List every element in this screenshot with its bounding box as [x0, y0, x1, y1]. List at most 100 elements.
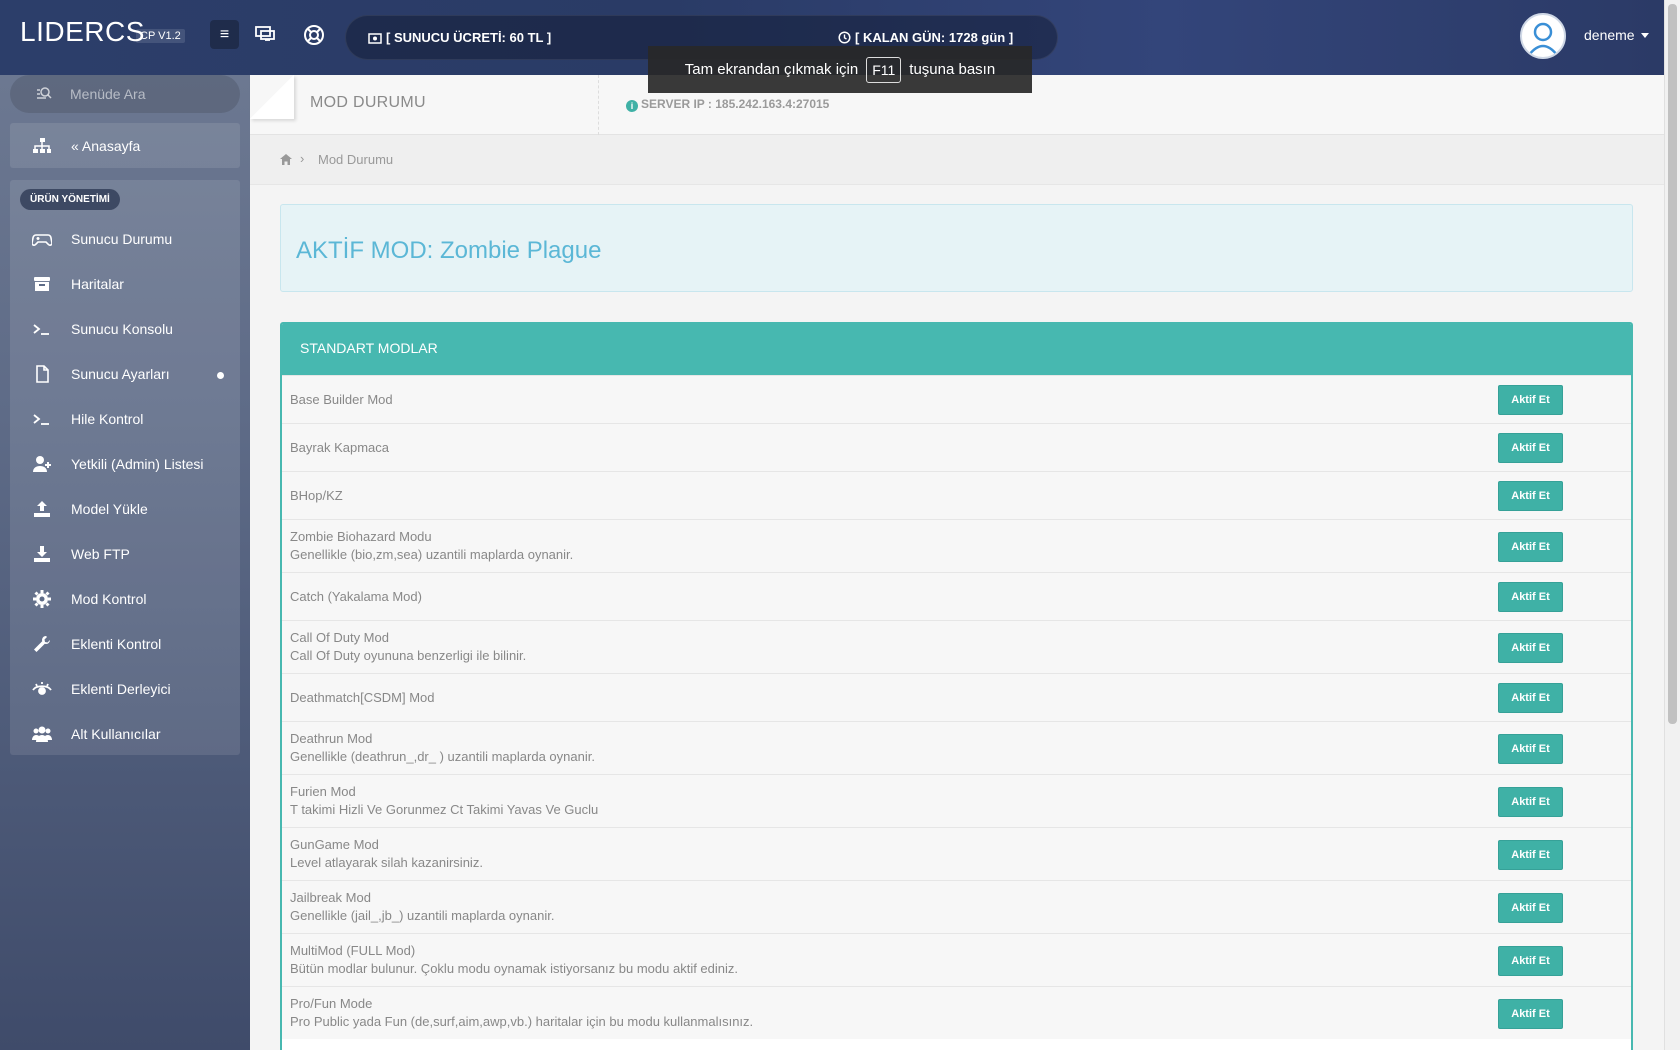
server-ip: i SERVER IP : 185.242.163.4:27015	[626, 97, 829, 112]
mod-description: Genellikle (bio,zm,sea) uzantili maplard…	[290, 547, 574, 562]
menu-search[interactable]: Menüde Ara	[10, 75, 240, 113]
version-badge: CP V1.2	[136, 29, 185, 43]
sidebar-item-plugin-compiler[interactable]: Eklenti Derleyici	[10, 669, 240, 709]
table-row: Deathrun Mod Genellikle (deathrun_,dr_ ) …	[282, 721, 1631, 774]
table-row: Bayrak Kapmaca Aktif Et	[282, 423, 1631, 471]
mod-description: T takimi Hizli Ve Gorunmez Ct Takimi Yav…	[290, 802, 599, 817]
activate-button[interactable]: Aktif Et	[1498, 433, 1563, 463]
search-icon	[37, 87, 52, 99]
sidebar-item-cheat-control[interactable]: Hile Kontrol	[10, 399, 240, 439]
table-row: BHop/KZ Aktif Et	[282, 471, 1631, 519]
file-icon	[36, 365, 49, 383]
mod-name: Deathrun Mod	[290, 731, 373, 746]
sidebar-item-maps[interactable]: Haritalar	[10, 264, 240, 304]
mod-description: Genellikle (deathrun_,dr_ ) uzantili map…	[290, 749, 595, 764]
sidebar: Menüde Ara « Anasayfa ÜRÜN YÖNETİMİ Sunu…	[0, 75, 250, 1050]
upload-icon	[34, 501, 50, 517]
sidebar-item-sub-users[interactable]: Alt Kullanıcılar	[10, 714, 240, 754]
search-placeholder: Menüde Ara	[70, 86, 146, 102]
sidebar-item-server-status[interactable]: Sunucu Durumu	[10, 219, 240, 259]
mod-name: Pro/Fun Mode	[290, 996, 373, 1011]
breadcrumb: › Mod Durumu	[250, 135, 1664, 185]
activate-button[interactable]: Aktif Et	[1498, 481, 1563, 511]
mod-name: Deathmatch[CSDM] Mod	[290, 690, 435, 705]
wrench-icon	[34, 636, 50, 652]
panel-title: STANDART MODLAR	[282, 324, 1631, 375]
sidebar-item-server-settings[interactable]: Sunucu Ayarları	[10, 354, 240, 394]
sidebar-item-web-ftp[interactable]: Web FTP	[10, 534, 240, 574]
menu-toggle-button[interactable]: ≡	[210, 20, 239, 49]
page-title: MOD DURUMU	[310, 94, 426, 111]
user-avatar[interactable]	[1520, 13, 1566, 59]
page-scrollbar[interactable]	[1664, 0, 1680, 1050]
table-row: Pro/Fun Mode Pro Public yada Fun (de,surf…	[282, 986, 1631, 1039]
fullscreen-notice: Tam ekrandan çıkmak için F11 tuşuna bası…	[648, 46, 1032, 93]
mod-description: Level atlayarak silah kazanirsiniz.	[290, 855, 483, 870]
activate-button[interactable]: Aktif Et	[1498, 633, 1563, 663]
activate-button[interactable]: Aktif Et	[1498, 893, 1563, 923]
standard-mods-panel: STANDART MODLAR Base Builder Mod Aktif Et…	[280, 322, 1633, 1050]
table-row: MultiMod (FULL Mod) Bütün modlar bulunur.…	[282, 933, 1631, 986]
mod-description: Pro Public yada Fun (de,surf,aim,awp,vb.…	[290, 1014, 754, 1029]
mod-description: Genellikle (jail_,jb_) uzantili maplarda…	[290, 908, 555, 923]
mod-name: Base Builder Mod	[290, 392, 393, 407]
gear-icon	[33, 590, 51, 608]
mod-name: Furien Mod	[290, 784, 356, 799]
users-icon	[32, 726, 52, 742]
mod-name: Jailbreak Mod	[290, 890, 371, 905]
user-plus-icon	[33, 456, 51, 472]
download-icon	[34, 546, 50, 562]
terminal-icon	[33, 324, 49, 335]
sidebar-item-model-upload[interactable]: Model Yükle	[10, 489, 240, 529]
terminal-icon	[33, 414, 49, 425]
monitor-icon[interactable]	[254, 24, 278, 46]
support-icon[interactable]	[303, 24, 327, 46]
mod-name: Call Of Duty Mod	[290, 630, 389, 645]
activate-button[interactable]: Aktif Et	[1498, 734, 1563, 764]
activate-button[interactable]: Aktif Et	[1498, 532, 1563, 562]
sidebar-item-home[interactable]: « Anasayfa	[10, 126, 240, 166]
activate-button[interactable]: Aktif Et	[1498, 385, 1563, 415]
section-label: ÜRÜN YÖNETİMİ	[20, 189, 120, 210]
breadcrumb-current: Mod Durumu	[318, 152, 394, 167]
activate-button[interactable]: Aktif Et	[1498, 787, 1563, 817]
mod-name: MultiMod (FULL Mod)	[290, 943, 416, 958]
activate-button[interactable]: Aktif Et	[1498, 582, 1563, 612]
archive-icon	[34, 277, 50, 291]
sidebar-item-admin-list[interactable]: Yetkili (Admin) Listesi	[10, 444, 240, 484]
logo[interactable]: LIDERCS	[20, 16, 145, 48]
mod-name: BHop/KZ	[290, 488, 343, 503]
table-row: Furien Mod T takimi Hizli Ve Gorunmez Ct …	[282, 774, 1631, 827]
user-menu[interactable]: deneme	[1584, 27, 1649, 43]
fee-info: [ SUNUCU ÜCRETİ: 60 TL ]	[368, 30, 551, 45]
mod-description: Call Of Duty oyununa benzerligi ile bili…	[290, 648, 527, 663]
table-row: Call Of Duty Mod Call Of Duty oyununa ben…	[282, 620, 1631, 673]
activate-button[interactable]: Aktif Et	[1498, 946, 1563, 976]
activate-button[interactable]: Aktif Et	[1498, 683, 1563, 713]
table-row: GunGame Mod Level atlayarak silah kazanir…	[282, 827, 1631, 880]
gamepad-icon	[32, 234, 52, 246]
activate-button[interactable]: Aktif Et	[1498, 840, 1563, 870]
mod-name: Bayrak Kapmaca	[290, 440, 389, 455]
table-row: Deathmatch[CSDM] Mod Aktif Et	[282, 673, 1631, 721]
mod-name: Catch (Yakalama Mod)	[290, 589, 422, 604]
f11-key: F11	[866, 56, 902, 83]
corner-fold	[250, 75, 294, 119]
active-mod-alert: AKTİF MOD: Zombie Plague	[280, 204, 1633, 292]
activate-button[interactable]: Aktif Et	[1498, 999, 1563, 1029]
chevron-right-icon: ›	[300, 151, 305, 166]
sidebar-item-server-console[interactable]: Sunucu Konsolu	[10, 309, 240, 349]
caret-down-icon	[1640, 33, 1649, 38]
table-row: Zombie Biohazard Modu Genellikle (bio,zm,…	[282, 519, 1631, 572]
mod-name: GunGame Mod	[290, 837, 379, 852]
sidebar-item-plugin-control[interactable]: Eklenti Kontrol	[10, 624, 240, 664]
home-link[interactable]: « Anasayfa	[10, 123, 240, 168]
table-row: Jailbreak Mod Genellikle (jail_,jb_) uzan…	[282, 880, 1631, 933]
product-management-menu: ÜRÜN YÖNETİMİ Sunucu Durumu Haritalar Su…	[10, 180, 240, 755]
divider	[598, 75, 599, 135]
eye-icon	[32, 682, 52, 695]
table-row: Catch (Yakalama Mod) Aktif Et	[282, 572, 1631, 620]
sidebar-item-mod-control[interactable]: Mod Kontrol	[10, 579, 240, 619]
home-icon[interactable]	[280, 153, 292, 168]
scrollbar-thumb[interactable]	[1668, 4, 1677, 724]
